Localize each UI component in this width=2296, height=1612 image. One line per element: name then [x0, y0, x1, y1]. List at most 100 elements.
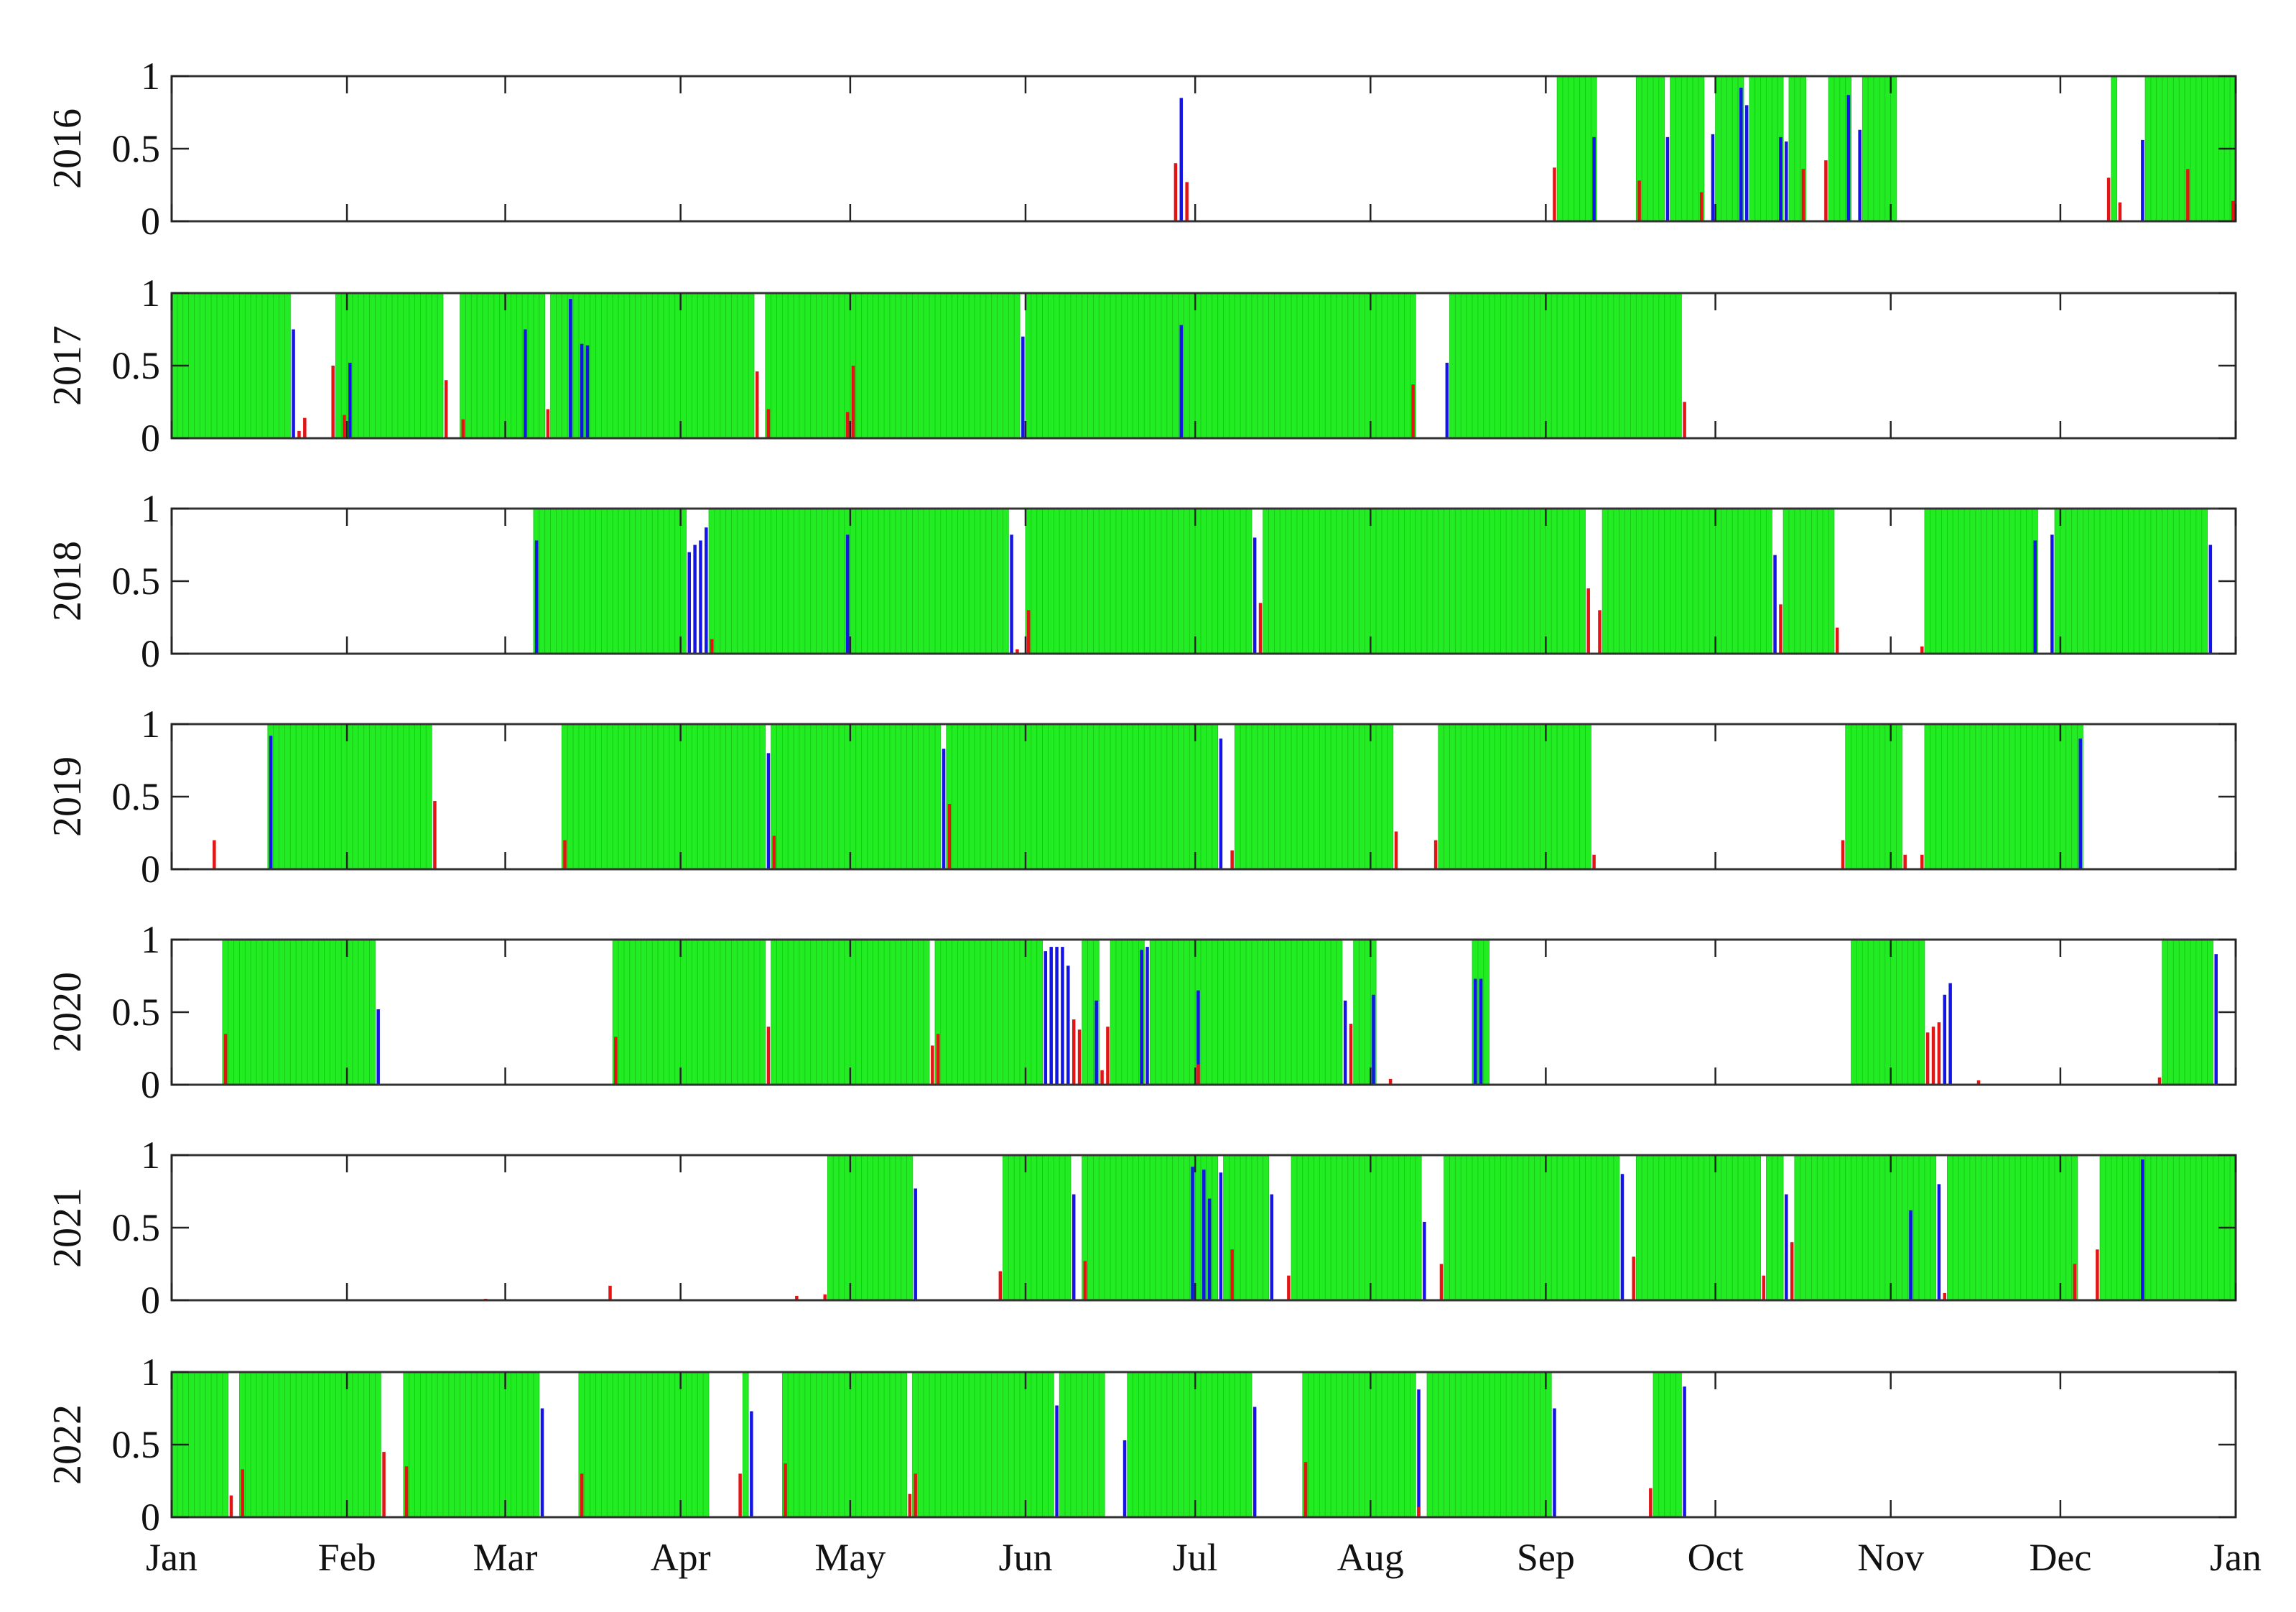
full-day-bar	[1036, 1154, 1043, 1301]
full-day-bar	[289, 939, 297, 1085]
full-day-bar	[2054, 723, 2061, 870]
red-bar	[213, 840, 216, 869]
full-day-bar	[352, 292, 359, 439]
full-day-bar	[595, 723, 602, 870]
full-day-bar	[612, 1371, 619, 1518]
full-day-bar	[1619, 292, 1626, 439]
full-day-bar	[1986, 1154, 1993, 1301]
full-day-bar	[781, 292, 789, 439]
y-tick-label: 1	[141, 1351, 160, 1394]
full-day-bar	[369, 723, 376, 870]
full-day-bar	[1675, 1371, 1682, 1518]
full-day-bar	[1896, 939, 1902, 1085]
full-day-bar	[2195, 1154, 2203, 1301]
panel-2018: 10.502018	[45, 487, 2237, 675]
full-day-bar	[917, 1371, 924, 1518]
full-day-bar	[2213, 1154, 2219, 1301]
full-day-bar	[867, 292, 873, 439]
blue-bar	[1773, 555, 1777, 654]
full-day-bar	[1833, 75, 1841, 222]
month-label: Jan	[146, 1536, 197, 1579]
full-day-bar	[1726, 1154, 1733, 1301]
full-day-bar	[618, 723, 625, 870]
blue-bar	[1055, 947, 1059, 1085]
full-day-bar	[1653, 1371, 1660, 1518]
full-day-bar	[1143, 723, 1151, 870]
full-day-bar	[708, 292, 715, 439]
full-day-bar	[957, 1371, 964, 1518]
full-day-bar	[2048, 1154, 2055, 1301]
full-day-bar	[188, 1371, 195, 1518]
blue-bar	[1937, 1184, 1941, 1300]
month-label: Feb	[318, 1536, 376, 1579]
full-day-bar	[1845, 723, 1851, 870]
full-day-bar	[776, 508, 783, 654]
full-day-bar	[2111, 75, 2118, 222]
year-label: 2022	[45, 1404, 90, 1485]
red-bar	[845, 412, 850, 438]
full-day-bar	[1212, 508, 1219, 654]
full-day-bar	[1206, 292, 1213, 439]
full-day-bar	[1296, 723, 1303, 870]
full-day-bar	[968, 723, 975, 870]
full-day-bar	[1930, 1154, 1937, 1301]
full-day-bar	[533, 1371, 540, 1518]
full-day-bar	[2111, 1154, 2118, 1301]
full-day-bar	[244, 939, 251, 1085]
full-day-bar	[1178, 1371, 1184, 1518]
blue-bar	[1711, 134, 1715, 221]
full-day-bar	[284, 292, 291, 439]
full-day-bar	[2156, 75, 2163, 222]
full-day-bar	[1607, 1154, 1614, 1301]
full-day-bar	[1019, 1371, 1026, 1518]
full-day-bar	[2190, 75, 2197, 222]
full-day-bar	[1296, 1154, 1303, 1301]
full-day-bar	[363, 292, 370, 439]
full-day-bar	[985, 292, 993, 439]
red-bar	[241, 1469, 244, 1517]
full-day-bar	[1365, 1371, 1371, 1518]
full-day-bar	[1223, 1371, 1230, 1518]
full-day-bar	[1291, 723, 1298, 870]
blue-bar	[1846, 95, 1851, 221]
full-day-bar	[572, 508, 580, 654]
full-day-bar	[2003, 1154, 2010, 1301]
full-day-bar	[1500, 508, 1507, 654]
full-day-bar	[1997, 723, 2004, 870]
full-day-bar	[991, 508, 998, 654]
full-day-bar	[2003, 508, 2010, 654]
full-day-bar	[1495, 723, 1501, 870]
full-day-bar	[1483, 1371, 1490, 1518]
full-day-bar	[1093, 508, 1100, 654]
full-day-bar	[1093, 1154, 1100, 1301]
full-day-bar	[822, 1371, 828, 1518]
full-day-bar	[1410, 508, 1416, 654]
full-day-bar	[527, 1371, 534, 1518]
full-day-bar	[657, 508, 664, 654]
full-day-bar	[1534, 1154, 1540, 1301]
full-day-bar	[1036, 508, 1043, 654]
full-day-bar	[1200, 292, 1207, 439]
full-day-bar	[1161, 1371, 1168, 1518]
full-day-bar	[861, 723, 868, 870]
full-day-bar	[2172, 939, 2180, 1085]
full-day-bar	[663, 723, 670, 870]
full-day-bar	[623, 292, 631, 439]
full-day-bar	[1330, 939, 1337, 1085]
full-day-bar	[1308, 1154, 1314, 1301]
full-day-bar	[1783, 508, 1790, 654]
y-tick-label: 0	[141, 632, 160, 675]
month-label: Jan	[2210, 1536, 2262, 1579]
full-day-bar	[714, 508, 721, 654]
full-day-bar	[1975, 508, 1982, 654]
full-day-bar	[1472, 723, 1479, 870]
full-day-bar	[279, 723, 285, 870]
full-day-bar	[1003, 1371, 1009, 1518]
full-day-bar	[1172, 1154, 1179, 1301]
y-tick-label: 0.5	[112, 1423, 161, 1466]
full-day-bar	[1268, 939, 1275, 1085]
full-day-bar	[1997, 508, 2004, 654]
red-bar	[303, 417, 307, 438]
full-day-bar	[827, 508, 834, 654]
full-day-bar	[1121, 292, 1128, 439]
